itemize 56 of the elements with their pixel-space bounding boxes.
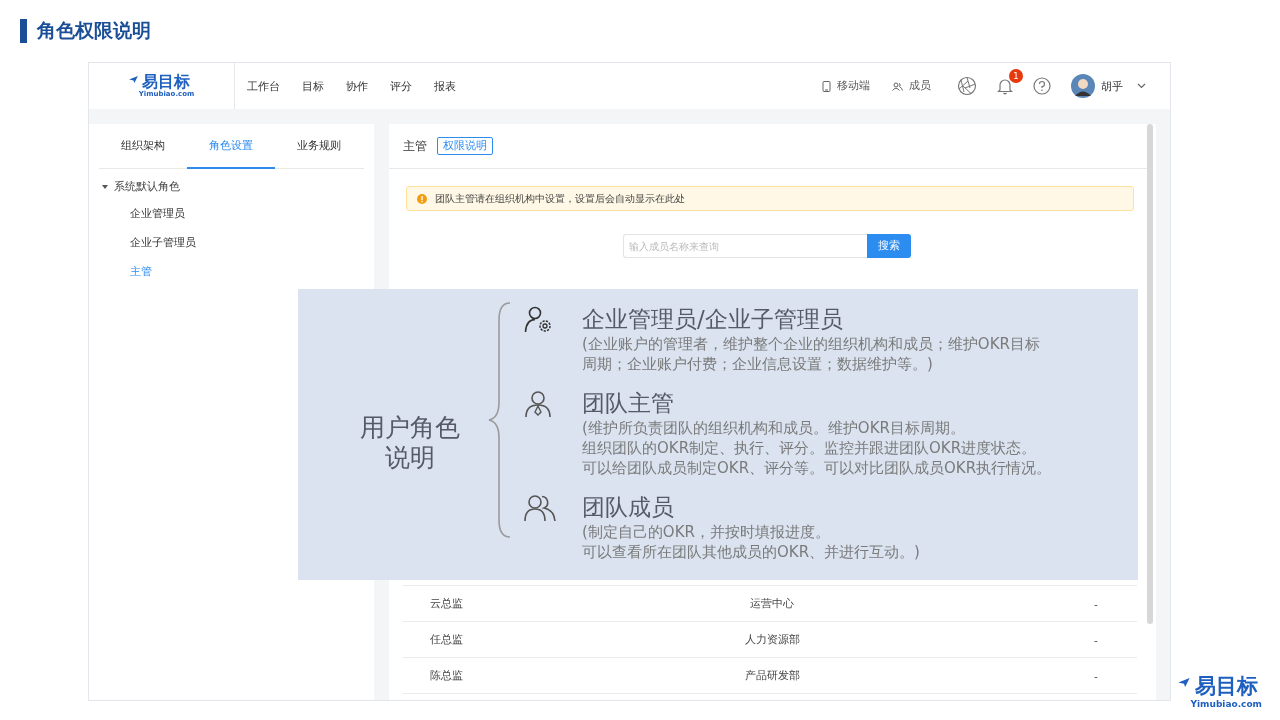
tab[interactable]: 角色设置 <box>187 124 275 169</box>
callout-heading: 用户角色 说明 <box>359 413 461 473</box>
logo: 易目标 Yimubiao.com <box>1177 674 1262 710</box>
role-title: 企业管理员/企业子管理员 <box>582 305 844 334</box>
role-description: 可以查看所在团队其他成员的OKR、并进行互动。) <box>582 542 920 562</box>
caret-icon[interactable] <box>1137 83 1146 89</box>
toolbar-button[interactable]: 成员 <box>892 79 931 93</box>
slide-title: 角色权限说明 <box>37 18 151 43</box>
role-title: 团队成员 <box>582 493 675 522</box>
user-gear-icon <box>524 306 554 334</box>
person-tie-icon <box>524 390 552 418</box>
table-cell: 产品研发部 <box>744 668 800 681</box>
role-description: (维护所负责团队的组织机构和成员。维护OKR目标周期。 <box>582 418 966 438</box>
panel-title: 主管 <box>403 137 427 155</box>
nav-link[interactable]: 目标 <box>302 78 324 94</box>
tree-item[interactable]: 主管 <box>89 257 374 286</box>
bell-icon[interactable] <box>997 77 1013 95</box>
user-name[interactable]: 胡乎 <box>1101 78 1123 94</box>
table-cell: 任总监 <box>429 632 463 645</box>
role-title: 团队主管 <box>582 389 675 418</box>
role-description: 组织团队的OKR制定、执行、评分。监控并跟进团队OKR进度状态。 <box>582 438 1038 458</box>
role-description: 可以给团队成员制定OKR、评分等。可以对比团队成员OKR执行情况。 <box>582 458 1052 478</box>
nav-link[interactable]: 协作 <box>346 78 368 94</box>
alert-text: 团队主管请在组织机构中设置，设置后会自动显示在此处 <box>435 191 685 206</box>
search-field[interactable]: 输入成员名称来查询 <box>622 234 867 258</box>
tree-item[interactable]: 系统默认角色 <box>89 175 374 199</box>
nav-link[interactable]: 报表 <box>434 78 456 94</box>
caret-icon <box>102 185 108 189</box>
scrollbar[interactable] <box>1147 124 1153 624</box>
table-cell: - <box>1094 597 1098 610</box>
nav-link[interactable]: 工作台 <box>247 78 280 94</box>
tab[interactable]: 组织架构 <box>99 124 187 169</box>
people-icon <box>524 494 556 522</box>
table-cell: - <box>1094 669 1098 682</box>
help-icon[interactable] <box>1033 77 1051 95</box>
warning-icon <box>417 193 427 204</box>
avatar[interactable] <box>1071 74 1095 98</box>
phone-icon <box>822 80 831 92</box>
title-bar <box>20 19 27 43</box>
people-icon <box>892 81 903 91</box>
table-cell: 人力资源部 <box>744 632 800 645</box>
toolbar-button[interactable]: 移动端 <box>822 79 870 93</box>
table-cell: 云总监 <box>429 596 463 609</box>
tab[interactable]: 业务规则 <box>275 124 363 169</box>
role-description: 周期；企业账户付费；企业信息设置；数据维护等。) <box>582 354 934 374</box>
table-cell: - <box>1094 633 1098 646</box>
table-cell: 运营中心 <box>750 596 794 609</box>
role-description: (企业账户的管理者，维护整个企业的组织机构和成员；维护OKR目标 <box>582 334 1040 354</box>
tree-item[interactable]: 企业管理员 <box>89 199 374 228</box>
nav-link[interactable]: 评分 <box>390 78 412 94</box>
aperture-icon[interactable] <box>957 76 977 96</box>
role-description: (制定自己的OKR，并按时填报进度。 <box>582 522 831 542</box>
table-cell: 陈总监 <box>429 668 463 681</box>
tree-item[interactable]: 企业子管理员 <box>89 228 374 257</box>
notification-badge: 1 <box>1009 69 1023 83</box>
permission-link[interactable]: 权限说明 <box>437 137 493 155</box>
